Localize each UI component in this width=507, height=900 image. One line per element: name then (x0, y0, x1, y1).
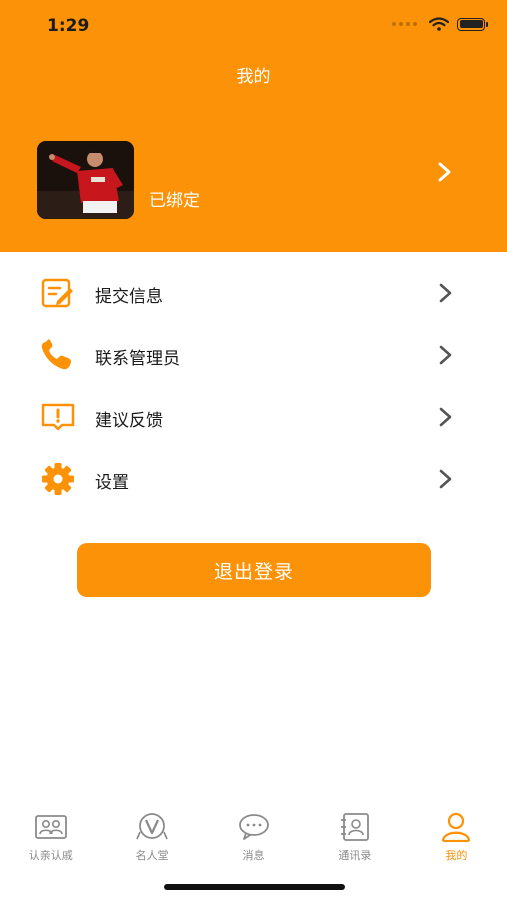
tab-messages[interactable]: 消息 (203, 812, 304, 872)
chevron-right-icon (439, 469, 452, 489)
status-time: 1:29 (47, 16, 90, 36)
menu-item-feedback[interactable]: 建议反馈 (0, 386, 507, 448)
tab-bar: 认亲认戚 名人堂 消息 通讯录 我的 (0, 812, 507, 872)
tab-label: 通讯录 (338, 849, 372, 862)
avatar[interactable] (37, 141, 134, 219)
phone-icon (41, 339, 71, 370)
badge-icon (136, 813, 168, 840)
profile-header: 1:29 我的 已绑定 (0, 0, 507, 252)
tab-label: 消息 (242, 849, 265, 862)
menu-item-label: 设置 (95, 473, 129, 493)
profile-icon (442, 812, 471, 842)
tab-label: 我的 (445, 849, 468, 862)
menu-item-label: 提交信息 (95, 287, 163, 307)
menu-list: 提交信息 联系管理员 建议反馈 设置 (0, 262, 507, 510)
tab-profile[interactable]: 我的 (406, 812, 507, 872)
tab-hall-of-fame[interactable]: 名人堂 (101, 812, 202, 872)
contacts-icon (340, 813, 369, 841)
edit-document-icon (41, 278, 73, 308)
menu-item-label: 联系管理员 (95, 349, 180, 369)
wifi-icon (429, 17, 449, 31)
status-icons (392, 17, 488, 31)
home-indicator[interactable] (164, 884, 345, 890)
tab-label: 认亲认戚 (28, 849, 73, 862)
chevron-right-icon (439, 407, 452, 427)
tab-label: 名人堂 (135, 849, 169, 862)
battery-icon (457, 17, 488, 31)
people-icon (34, 815, 67, 839)
chat-icon (238, 814, 269, 840)
menu-item-contact-admin[interactable]: 联系管理员 (0, 324, 507, 386)
bind-status-label: 已绑定 (149, 191, 200, 211)
chevron-right-icon[interactable] (436, 161, 454, 183)
tab-contacts[interactable]: 通讯录 (304, 812, 405, 872)
chevron-right-icon (439, 283, 452, 303)
gear-icon (42, 463, 74, 495)
menu-item-settings[interactable]: 设置 (0, 448, 507, 510)
menu-item-submit-info[interactable]: 提交信息 (0, 262, 507, 324)
feedback-icon (41, 403, 75, 431)
signal-icon (392, 22, 417, 26)
page-title: 我的 (236, 67, 271, 87)
logout-button[interactable]: 退出登录 (77, 543, 431, 597)
menu-item-label: 建议反馈 (95, 411, 163, 431)
tab-relatives[interactable]: 认亲认戚 (0, 812, 101, 872)
chevron-right-icon (439, 345, 452, 365)
